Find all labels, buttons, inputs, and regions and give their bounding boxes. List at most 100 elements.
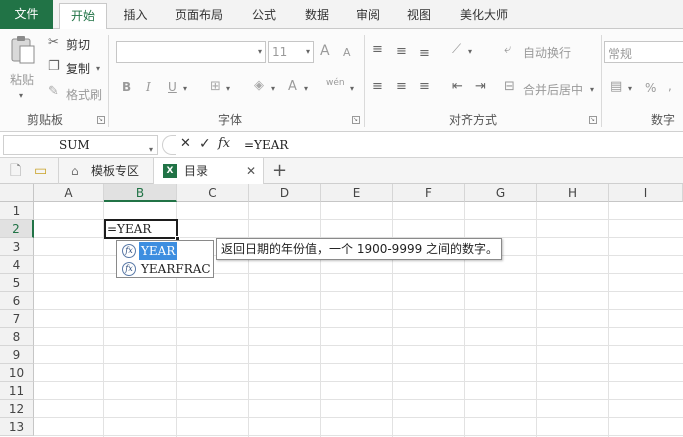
- autocomplete-item-yearfrac[interactable]: fx YEARFRAC: [118, 260, 213, 278]
- insert-function-icon[interactable]: fx: [218, 136, 230, 151]
- select-all-corner[interactable]: [0, 184, 34, 202]
- decrease-indent-icon[interactable]: ⇤: [452, 80, 463, 94]
- active-cell-b2[interactable]: =YEAR: [104, 219, 178, 239]
- font-name-select[interactable]: ▾: [116, 41, 266, 63]
- tab-data[interactable]: 数据: [296, 3, 338, 29]
- number-format-select[interactable]: 常规: [604, 41, 683, 63]
- enter-icon[interactable]: ✓: [199, 136, 211, 152]
- autocomplete-item-year[interactable]: fx YEAR: [118, 242, 213, 260]
- font-launcher-icon[interactable]: ↘: [352, 116, 360, 124]
- fill-color-icon[interactable]: ◈: [254, 79, 264, 93]
- column-header-h[interactable]: H: [537, 184, 609, 202]
- name-box-value: SUM: [59, 138, 90, 152]
- grid-line: [34, 417, 683, 418]
- font-size-select[interactable]: 11 ▾: [268, 41, 314, 63]
- close-tab-icon[interactable]: ✕: [246, 158, 256, 184]
- bold-button[interactable]: B: [122, 80, 131, 94]
- accounting-icon[interactable]: ▤: [610, 80, 622, 94]
- align-top-icon[interactable]: ≡: [372, 43, 383, 57]
- new-file-icon[interactable]: 🗋: [10, 164, 21, 178]
- column-header-a[interactable]: A: [34, 184, 104, 202]
- align-bottom-icon[interactable]: ≡: [419, 47, 430, 61]
- align-center-icon[interactable]: ≡: [396, 80, 407, 94]
- column-header-i[interactable]: I: [609, 184, 683, 202]
- font-color-button[interactable]: A: [288, 79, 297, 94]
- orientation-dropdown-icon[interactable]: ▾: [468, 47, 472, 56]
- row-header-8[interactable]: 8: [0, 328, 34, 346]
- spreadsheet-grid[interactable]: ABCDEFGHI 1 2 3 4 5 6 7 8 9 10 11 12 13: [0, 184, 683, 437]
- row-header-12[interactable]: 12: [0, 400, 34, 418]
- folder-icon[interactable]: ▭: [34, 164, 47, 178]
- column-header-d[interactable]: D: [249, 184, 321, 202]
- row-header-11[interactable]: 11: [0, 382, 34, 400]
- tab-review[interactable]: 审阅: [347, 3, 389, 29]
- wrap-text-button[interactable]: 自动换行: [523, 44, 571, 61]
- italic-button[interactable]: I: [146, 80, 151, 94]
- formula-bar-handle[interactable]: [162, 135, 176, 155]
- tab-file[interactable]: 文件: [0, 0, 53, 29]
- column-header-e[interactable]: E: [321, 184, 393, 202]
- tab-view[interactable]: 视图: [398, 3, 440, 29]
- font-size-value: 11: [272, 45, 288, 59]
- column-header-f[interactable]: F: [393, 184, 465, 202]
- fill-dropdown-icon[interactable]: ▾: [271, 84, 275, 93]
- column-header-b[interactable]: B: [104, 184, 177, 202]
- column-header-g[interactable]: G: [465, 184, 537, 202]
- grid-line: [34, 399, 683, 400]
- font-color-dropdown-icon[interactable]: ▾: [304, 84, 308, 93]
- tab-formulas[interactable]: 公式: [243, 3, 285, 29]
- row-header-4[interactable]: 4: [0, 256, 34, 274]
- accounting-dropdown-icon[interactable]: ▾: [628, 84, 632, 93]
- tab-home[interactable]: 开始: [59, 3, 107, 30]
- border-icon[interactable]: ⊞: [210, 80, 221, 94]
- clipboard-launcher-icon[interactable]: ↘: [97, 116, 105, 124]
- name-box[interactable]: SUM ▾: [3, 135, 158, 155]
- excel-icon: X: [163, 164, 177, 178]
- format-painter-button[interactable]: 格式刷: [66, 86, 102, 103]
- tab-page-layout[interactable]: 页面布局: [166, 3, 232, 29]
- percent-button[interactable]: %: [645, 81, 656, 95]
- row-header-1[interactable]: 1: [0, 202, 34, 220]
- phonetic-dropdown-icon[interactable]: ▾: [350, 84, 354, 93]
- underline-button[interactable]: U: [168, 80, 177, 94]
- grow-font-button[interactable]: A: [320, 43, 330, 59]
- row-header-3[interactable]: 3: [0, 238, 34, 256]
- ribbon-home: 粘贴 ▾ ✂ 剪切 ❐ 复制 ▾ ✎ 格式刷 剪贴板 ↘ ▾ 11 ▾ A A …: [0, 29, 683, 132]
- alignment-launcher-icon[interactable]: ↘: [589, 116, 597, 124]
- tab-template-zone[interactable]: ⌂ 模板专区: [58, 158, 154, 184]
- row-header-7[interactable]: 7: [0, 310, 34, 328]
- divider: [601, 35, 602, 127]
- copy-dropdown-icon[interactable]: ▾: [96, 64, 100, 73]
- align-right-icon[interactable]: ≡: [419, 80, 430, 94]
- align-middle-icon[interactable]: ≡: [396, 45, 407, 59]
- align-left-icon[interactable]: ≡: [372, 80, 383, 94]
- increase-indent-icon[interactable]: ⇥: [475, 80, 486, 94]
- add-tab-button[interactable]: +: [272, 158, 287, 184]
- row-header-6[interactable]: 6: [0, 292, 34, 310]
- row-header-13[interactable]: 13: [0, 418, 34, 436]
- shrink-font-button[interactable]: A: [343, 46, 351, 59]
- cut-button[interactable]: 剪切: [66, 36, 90, 53]
- row-header-5[interactable]: 5: [0, 274, 34, 292]
- tab-workbook[interactable]: X 目录 ✕: [154, 158, 264, 185]
- phonetic-button[interactable]: wén: [326, 78, 345, 88]
- comma-button[interactable]: ,: [668, 79, 672, 93]
- merge-center-button[interactable]: 合并后居中: [523, 81, 583, 98]
- row-header-2[interactable]: 2: [0, 220, 34, 238]
- paste-button[interactable]: 粘贴 ▾: [5, 33, 39, 107]
- column-header-c[interactable]: C: [177, 184, 249, 202]
- copy-button[interactable]: 复制: [66, 60, 90, 77]
- tab-insert[interactable]: 插入: [113, 3, 158, 29]
- document-tab-bar: 🗋 ▭ ⌂ 模板专区 X 目录 ✕ +: [0, 158, 683, 185]
- formula-input[interactable]: =YEAR: [244, 135, 288, 155]
- number-format-value: 常规: [608, 47, 633, 61]
- border-dropdown-icon[interactable]: ▾: [226, 84, 230, 93]
- row-header-9[interactable]: 9: [0, 346, 34, 364]
- cancel-icon[interactable]: ✕: [180, 136, 191, 151]
- orientation-icon[interactable]: ⟋: [452, 43, 461, 57]
- merge-dropdown-icon[interactable]: ▾: [590, 85, 594, 94]
- tab-beautify-master[interactable]: 美化大师: [449, 3, 519, 29]
- row-header-10[interactable]: 10: [0, 364, 34, 382]
- underline-dropdown-icon[interactable]: ▾: [183, 84, 187, 93]
- paste-dropdown-icon[interactable]: ▾: [19, 91, 23, 100]
